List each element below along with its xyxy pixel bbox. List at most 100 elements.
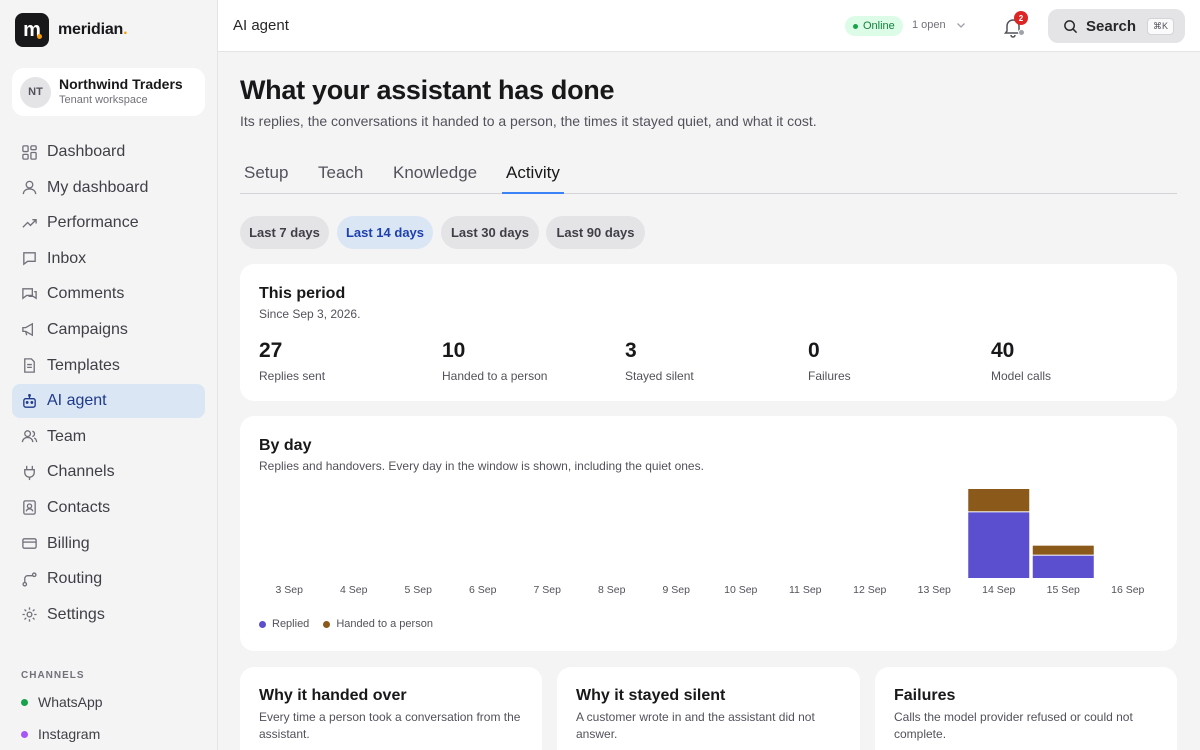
status-dot bbox=[21, 698, 28, 706]
stat-label: Stayed silent bbox=[625, 369, 694, 383]
stat-value: 0 bbox=[808, 339, 820, 362]
status-dot bbox=[21, 730, 28, 738]
stat-replies-sent: 27 Replies sent bbox=[259, 339, 325, 383]
brand-name: meridian. bbox=[58, 21, 128, 38]
brand[interactable]: m meridian. bbox=[15, 13, 128, 47]
x-tick-label: 12 Sep bbox=[853, 584, 886, 596]
x-tick-label: 13 Sep bbox=[918, 584, 951, 596]
tab-activity[interactable]: Activity bbox=[502, 163, 564, 194]
sidebar-item-label: AI agent bbox=[47, 392, 107, 410]
period-card: This period Since Sep 3, 2026. 27 Replie… bbox=[240, 264, 1177, 401]
online-dot bbox=[853, 23, 858, 29]
range-last-7-days[interactable]: Last 7 days bbox=[240, 216, 329, 249]
by-day-card: By day Replies and handovers. Every day … bbox=[240, 416, 1177, 651]
card-title: Why it stayed silent bbox=[576, 687, 726, 704]
sidebar-item-billing[interactable]: Billing bbox=[12, 527, 205, 561]
sidebar-item-dashboard[interactable]: Dashboard bbox=[12, 135, 205, 169]
sidebar-item-performance[interactable]: Performance bbox=[12, 206, 205, 240]
contact-icon bbox=[20, 499, 38, 517]
sidebar-item-templates[interactable]: Templates bbox=[12, 349, 205, 383]
channel-instagram[interactable]: Instagram bbox=[21, 726, 100, 742]
x-tick-label: 16 Sep bbox=[1111, 584, 1144, 596]
stat-label: Failures bbox=[808, 369, 851, 383]
sidebar-item-channels[interactable]: Channels bbox=[12, 455, 205, 489]
bar-replied-15-sep bbox=[1032, 555, 1094, 578]
avatar: NT bbox=[20, 76, 51, 108]
sidebar-item-comments[interactable]: Comments bbox=[12, 277, 205, 311]
sidebar-item-ai-agent[interactable]: AI agent bbox=[12, 384, 205, 419]
team-icon bbox=[20, 428, 38, 446]
legend-swatch bbox=[259, 620, 266, 628]
x-tick-label: 6 Sep bbox=[469, 584, 497, 596]
range-last-30-days[interactable]: Last 30 days bbox=[441, 216, 539, 249]
tab-teach[interactable]: Teach bbox=[314, 163, 367, 194]
search-label: Search bbox=[1086, 17, 1137, 35]
gear-icon bbox=[20, 606, 38, 624]
sidebar-item-label: Routing bbox=[47, 570, 103, 588]
x-tick-label: 5 Sep bbox=[405, 584, 433, 596]
brand-name-text: meridian bbox=[58, 21, 124, 38]
chevron-down-icon bbox=[956, 23, 965, 28]
open-count-text: 1 open bbox=[912, 19, 946, 31]
sidebar-item-contacts[interactable]: Contacts bbox=[12, 491, 205, 525]
sidebar-item-label: Dashboard bbox=[47, 143, 126, 160]
sidebar-item-team[interactable]: Team bbox=[12, 420, 205, 454]
channel-label: Instagram bbox=[38, 726, 101, 742]
tenant-switcher[interactable]: NT Northwind Traders Tenant workspace bbox=[12, 68, 205, 116]
x-tick-label: 11 Sep bbox=[789, 584, 822, 596]
trend-icon bbox=[20, 214, 38, 232]
by-day-chart: 3 Sep 4 Sep 5 Sep 6 Sep 7 Sep 8 Sep 9 Sep 10 Se… bbox=[276, 489, 1145, 596]
channels-heading: CHANNELS bbox=[21, 670, 85, 681]
x-tick-label: 9 Sep bbox=[663, 584, 691, 596]
sidebar-item-label: Team bbox=[47, 427, 87, 445]
chat-icon bbox=[20, 250, 38, 268]
open-count-dropdown[interactable]: 1 open bbox=[912, 19, 966, 31]
stat-handed-to-person: 10 Handed to a person bbox=[442, 339, 547, 383]
stat-value: 10 bbox=[442, 339, 466, 362]
stat-label: Handed to a person bbox=[442, 369, 548, 383]
topbar-title: AI agent bbox=[233, 17, 289, 34]
document-icon bbox=[20, 357, 38, 375]
x-tick-label: 3 Sep bbox=[276, 584, 304, 596]
range-last-90-days[interactable]: Last 90 days bbox=[546, 216, 645, 249]
sidebar-item-inbox[interactable]: Inbox bbox=[12, 242, 205, 276]
handover-reasons-card: Why it handed over Every time a person t… bbox=[240, 667, 542, 750]
sidebar-item-label: Billing bbox=[47, 534, 90, 552]
card-description: A customer wrote in and the assistant di… bbox=[576, 710, 815, 741]
failures-card: Failures Calls the model provider refuse… bbox=[875, 667, 1177, 750]
status-badge: Online bbox=[845, 16, 903, 36]
stat-value: 3 bbox=[625, 339, 637, 362]
sidebar-item-label: Contacts bbox=[47, 498, 111, 516]
legend-label: Handed to a person bbox=[336, 618, 433, 630]
stat-label: Replies sent bbox=[259, 369, 326, 383]
period-subtitle: Since Sep 3, 2026. bbox=[259, 307, 361, 321]
sidebar-item-settings[interactable]: Settings bbox=[12, 598, 205, 632]
tab-setup[interactable]: Setup bbox=[240, 163, 292, 194]
sidebar-item-my-dashboard[interactable]: My dashboard bbox=[12, 171, 205, 205]
tab-knowledge[interactable]: Knowledge bbox=[389, 163, 481, 194]
sidebar-nav: Dashboard My dashboard Performance Inbox… bbox=[12, 135, 205, 633]
card-title: Why it handed over bbox=[259, 687, 407, 704]
bar-handed-14-sep bbox=[968, 489, 1030, 512]
card-description: Calls the model provider refused or coul… bbox=[894, 710, 1133, 741]
plug-icon bbox=[20, 463, 38, 481]
stat-model-calls: 40 Model calls bbox=[991, 339, 1051, 383]
search-button[interactable]: Search ⌘K bbox=[1048, 9, 1185, 43]
channel-whatsapp[interactable]: WhatsApp bbox=[21, 694, 103, 710]
page-subtitle: Its replies, the conversations it handed… bbox=[240, 113, 817, 129]
sidebar-item-campaigns[interactable]: Campaigns bbox=[12, 313, 205, 347]
notification-count-badge: 2 bbox=[1014, 11, 1028, 25]
sidebar-item-label: Campaigns bbox=[47, 320, 128, 338]
sidebar: m meridian. NT Northwind Traders Tenant … bbox=[0, 0, 218, 750]
robot-icon bbox=[20, 392, 38, 410]
sidebar-item-routing[interactable]: Routing bbox=[12, 562, 205, 596]
legend-item-handed: Handed to a person bbox=[323, 618, 433, 630]
sidebar-item-label: Settings bbox=[47, 605, 105, 623]
user-icon bbox=[20, 179, 38, 197]
silent-reasons-card: Why it stayed silent A customer wrote in… bbox=[557, 667, 860, 750]
range-last-14-days[interactable]: Last 14 days bbox=[337, 216, 433, 249]
page-title: What your assistant has done bbox=[240, 75, 615, 105]
sidebar-item-label: My dashboard bbox=[47, 178, 149, 196]
stat-failures: 0 Failures bbox=[808, 339, 851, 383]
brand-logo-dot bbox=[37, 34, 42, 39]
